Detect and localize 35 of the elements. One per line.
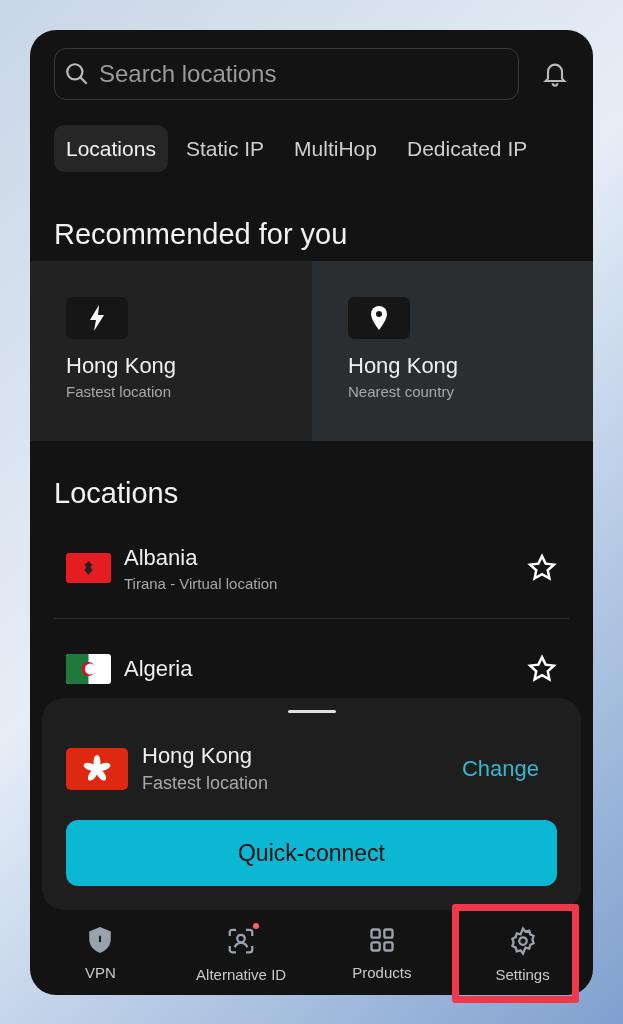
location-subtitle: Fastest location <box>66 383 172 400</box>
change-link[interactable]: Change <box>455 754 545 783</box>
recommendation-card[interactable]: Hong Kong Fastest location <box>30 261 312 441</box>
star-icon[interactable] <box>527 553 557 583</box>
recommendation-card[interactable]: Hong Kong Nearest country <box>312 261 593 441</box>
drag-handle[interactable] <box>287 710 336 713</box>
lightning-icon <box>88 305 106 331</box>
search-icon <box>64 61 90 87</box>
nav-tab[interactable]: Settings <box>495 910 550 983</box>
nav-tab[interactable]: Products <box>352 910 412 983</box>
location-name: Hong Kong <box>142 743 254 769</box>
flag-icon <box>66 553 111 583</box>
grid-icon <box>367 926 396 954</box>
location-name: Hong Kong <box>66 353 177 379</box>
star-icon[interactable] <box>527 654 557 684</box>
location-subtitle: Fastest location <box>142 773 269 794</box>
tab[interactable]: Dedicated IP <box>395 125 540 172</box>
location-name: Hong Kong <box>348 353 459 379</box>
location-subtitle: Tirana - Virtual location <box>124 574 278 592</box>
search-field[interactable]: Search locations <box>54 48 519 100</box>
flag-icon <box>66 747 128 790</box>
nav-tab[interactable]: VPN <box>84 910 116 983</box>
location-pin-icon <box>370 306 388 330</box>
tab[interactable]: Static IP <box>173 125 277 172</box>
country-name[interactable]: Albania <box>124 544 278 571</box>
tab[interactable]: Locations <box>54 125 168 172</box>
flag-icon <box>66 654 111 684</box>
tab[interactable]: MultiHop <box>282 125 389 172</box>
quick-connect-button[interactable]: Quick-connect <box>66 820 557 886</box>
country-name[interactable]: Algeria <box>124 656 193 682</box>
shield-icon <box>87 926 114 954</box>
section-title: Locations <box>53 477 180 510</box>
nav-tab[interactable]: Alternative ID <box>196 910 287 983</box>
section-title: Recommended for you <box>53 218 349 251</box>
location-subtitle: Nearest country <box>348 383 454 400</box>
